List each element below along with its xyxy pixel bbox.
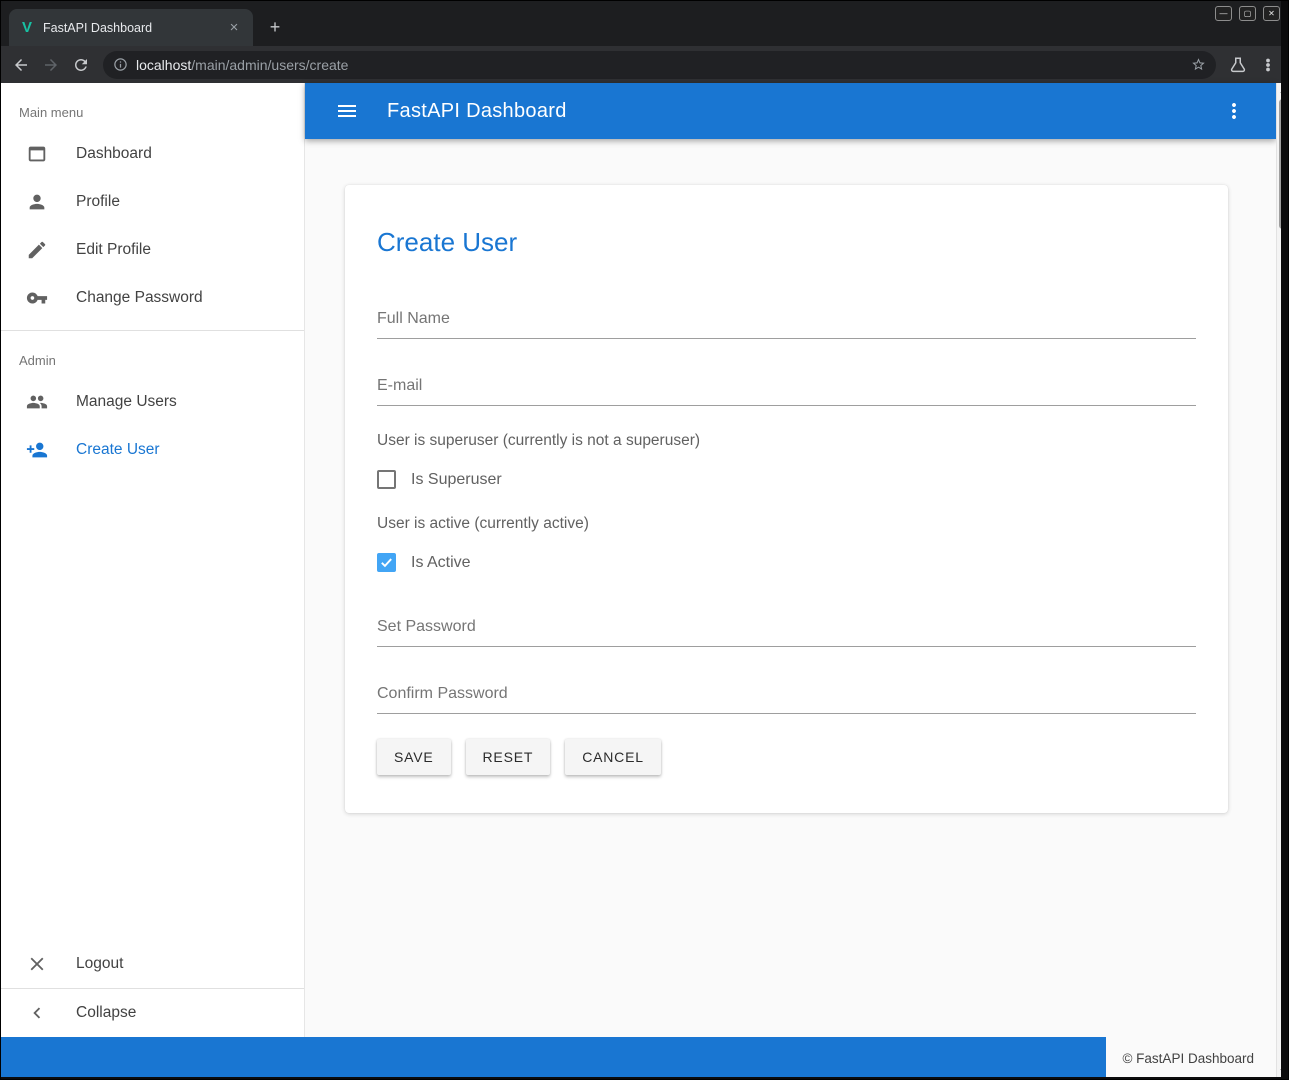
more-vert-icon — [1259, 56, 1277, 74]
back-button[interactable] — [7, 51, 35, 79]
main-column: FastAPI Dashboard Create User User is su… — [305, 83, 1276, 1079]
sidebar-item-label: Edit Profile — [76, 241, 151, 259]
sidebar-item-profile[interactable]: Profile — [1, 178, 304, 226]
sidebar: Main menu Dashboard Profile Edit Profile — [1, 83, 305, 1079]
sidebar-item-label: Create User — [76, 441, 160, 459]
chevron-left-icon — [25, 1001, 49, 1025]
browser-tab[interactable]: V FastAPI Dashboard × — [9, 9, 253, 46]
superuser-checkbox-row[interactable]: Is Superuser — [377, 470, 1196, 489]
window-frame-right — [1281, 1, 1288, 1079]
active-hint-text: User is active (currently active) — [377, 515, 1196, 533]
tab-close-icon[interactable]: × — [225, 19, 243, 37]
superuser-hint-text: User is superuser (currently is not a su… — [377, 432, 1196, 450]
app-title: FastAPI Dashboard — [387, 100, 567, 123]
close-x-icon — [25, 952, 49, 976]
url-path: /main/admin/users/create — [191, 57, 348, 73]
bookmark-star-icon[interactable] — [1191, 57, 1206, 72]
forward-arrow-icon — [42, 56, 60, 74]
sidebar-item-label: Collapse — [76, 1004, 136, 1022]
browser-labs-button[interactable] — [1224, 51, 1252, 79]
window-maximize-button[interactable]: ▢ — [1239, 6, 1256, 21]
sidebar-item-label: Change Password — [76, 289, 203, 307]
page-title: Create User — [377, 227, 1196, 258]
cancel-button[interactable]: CANCEL — [565, 739, 661, 775]
sidebar-item-edit-profile[interactable]: Edit Profile — [1, 226, 304, 274]
checkmark-icon — [379, 555, 394, 570]
app-area: Main menu Dashboard Profile Edit Profile — [1, 83, 1288, 1079]
pencil-icon — [25, 238, 49, 262]
email-input[interactable] — [377, 369, 1196, 406]
sidebar-item-label: Dashboard — [76, 145, 152, 163]
hamburger-icon — [335, 99, 359, 123]
full-name-input[interactable] — [377, 302, 1196, 339]
more-vert-icon — [1222, 99, 1246, 123]
sidebar-item-dashboard[interactable]: Dashboard — [1, 130, 304, 178]
sidebar-item-change-password[interactable]: Change Password — [1, 274, 304, 322]
full-name-field-wrap — [377, 302, 1196, 339]
key-icon — [25, 286, 49, 310]
page-content: Create User User is superuser (currently… — [305, 139, 1276, 1079]
reload-icon — [72, 56, 90, 74]
active-checkbox-row[interactable]: Is Active — [377, 553, 1196, 572]
vuetify-favicon-icon: V — [19, 20, 35, 36]
url-text[interactable]: localhost/main/admin/users/create — [136, 57, 1183, 73]
sidebar-section-main-menu: Main menu — [1, 83, 304, 130]
active-checkbox[interactable] — [377, 553, 396, 572]
sidebar-section-admin: Admin — [1, 331, 304, 378]
password-field-wrap — [377, 610, 1196, 647]
window-controls: — ▢ ✕ — [1215, 6, 1280, 21]
browser-menu-button[interactable] — [1254, 51, 1282, 79]
confirm-password-input[interactable] — [377, 677, 1196, 714]
browser-window: V FastAPI Dashboard × + — ▢ ✕ localhost/… — [0, 0, 1289, 1080]
footer: © FastAPI Dashboard — [1, 1037, 1276, 1079]
footer-copyright: © FastAPI Dashboard — [1106, 1037, 1276, 1079]
person-icon — [25, 190, 49, 214]
superuser-checkbox[interactable] — [377, 470, 396, 489]
browser-titlebar: V FastAPI Dashboard × + — ▢ ✕ — [1, 1, 1288, 46]
reset-button[interactable]: RESET — [466, 739, 551, 775]
labs-beaker-icon — [1229, 56, 1247, 74]
form-buttons: SAVE RESET CANCEL — [377, 739, 1196, 775]
sidebar-bottom: Logout Collapse — [1, 940, 304, 1037]
site-info-icon[interactable] — [113, 57, 128, 72]
window-close-button[interactable]: ✕ — [1263, 6, 1280, 21]
sidebar-item-label: Manage Users — [76, 393, 177, 411]
appbar-menu-button[interactable] — [1216, 93, 1252, 129]
dashboard-icon — [25, 142, 49, 166]
url-host: localhost — [136, 57, 191, 73]
email-field-wrap — [377, 369, 1196, 406]
sidebar-item-label: Logout — [76, 955, 123, 973]
app-bar: FastAPI Dashboard — [305, 83, 1276, 139]
window-minimize-button[interactable]: — — [1215, 6, 1232, 21]
people-icon — [25, 390, 49, 414]
person-add-icon — [25, 438, 49, 462]
footer-bar — [1, 1037, 1106, 1079]
confirm-password-field-wrap — [377, 677, 1196, 714]
reload-button[interactable] — [67, 51, 95, 79]
new-tab-button[interactable]: + — [263, 15, 287, 39]
sidebar-item-logout[interactable]: Logout — [1, 940, 304, 988]
browser-toolbar: localhost/main/admin/users/create — [1, 46, 1288, 83]
superuser-checkbox-label: Is Superuser — [411, 471, 502, 489]
password-input[interactable] — [377, 610, 1196, 647]
sidebar-item-manage-users[interactable]: Manage Users — [1, 378, 304, 426]
active-checkbox-label: Is Active — [411, 554, 471, 572]
window-frame-bottom — [1, 1077, 1288, 1079]
sidebar-item-create-user[interactable]: Create User — [1, 426, 304, 474]
forward-button[interactable] — [37, 51, 65, 79]
hamburger-menu-button[interactable] — [329, 93, 365, 129]
save-button[interactable]: SAVE — [377, 739, 451, 775]
tab-title: FastAPI Dashboard — [43, 21, 217, 35]
create-user-card: Create User User is superuser (currently… — [345, 185, 1228, 813]
back-arrow-icon — [12, 56, 30, 74]
address-bar[interactable]: localhost/main/admin/users/create — [103, 51, 1216, 79]
sidebar-item-collapse[interactable]: Collapse — [1, 989, 304, 1037]
sidebar-item-label: Profile — [76, 193, 120, 211]
